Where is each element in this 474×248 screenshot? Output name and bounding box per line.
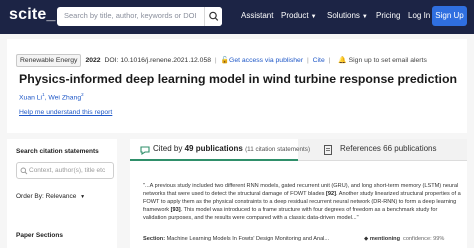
signup-button[interactable]: Sign Up bbox=[432, 6, 467, 26]
nav-solutions-label: Solutions bbox=[327, 11, 360, 20]
authors-list: Xuan Li1, Wei Zhang2 bbox=[19, 92, 84, 102]
lock-icon: 🔓 bbox=[220, 57, 230, 64]
login-link[interactable]: Log In bbox=[408, 11, 430, 20]
statement-section: Section: Machine Learning Models In Fowt… bbox=[143, 236, 329, 242]
nav-solutions[interactable]: Solutions ▼ bbox=[327, 11, 368, 20]
sidebar-search-heading: Search citation statements bbox=[16, 148, 99, 155]
separator: | bbox=[328, 57, 331, 64]
chevron-down-icon: ▼ bbox=[361, 14, 368, 20]
separator: | bbox=[306, 57, 309, 64]
search-input[interactable]: Search by title, author, keywords or DOI bbox=[57, 7, 222, 26]
mention-label: mentioning bbox=[369, 236, 401, 242]
chevron-down-icon: ▼ bbox=[310, 14, 317, 20]
order-by-label: Order By: Relevance bbox=[16, 193, 77, 200]
scite-logo[interactable]: scite_ bbox=[9, 6, 56, 24]
document-icon bbox=[324, 145, 332, 155]
section-value[interactable]: Machine Learning Models In Fowts' Design… bbox=[167, 236, 329, 242]
citation-statement: "...A previous study included two differ… bbox=[143, 182, 461, 222]
search-icon bbox=[209, 11, 219, 21]
author-link[interactable]: Xuan Li bbox=[19, 94, 42, 101]
paper-year: 2022 bbox=[85, 57, 101, 64]
citation-search-placeholder: Context, author(s), title etc bbox=[29, 167, 106, 174]
nav-product-label: Product bbox=[281, 11, 309, 20]
paper-doi[interactable]: DOI: 10.1016/j.renene.2021.12.058 bbox=[104, 57, 211, 64]
help-understand-link[interactable]: Help me understand this report bbox=[19, 109, 112, 116]
bell-icon: 🔔 bbox=[338, 57, 347, 64]
mention-icon: ◆ bbox=[364, 236, 369, 242]
separator: | bbox=[214, 57, 217, 64]
access-link[interactable]: 🔓Get access via publisher bbox=[221, 57, 304, 64]
page-title: Physics-informed deep learning model in … bbox=[19, 72, 457, 86]
citation-ref[interactable]: [92] bbox=[326, 191, 336, 197]
paper-sections-heading: Paper Sections bbox=[16, 232, 63, 239]
citation-search-input[interactable]: Context, author(s), title etc bbox=[16, 162, 114, 179]
cited-by-label: Cited by 49 publications (11 citation st… bbox=[153, 144, 310, 153]
author-link[interactable]: Wei Zhang bbox=[48, 94, 81, 101]
author-sup: 1 bbox=[42, 92, 45, 97]
top-navbar: scite_ Search by title, author, keywords… bbox=[0, 0, 474, 34]
cited-by-count: 49 publications bbox=[184, 144, 243, 153]
quote-icon bbox=[140, 146, 150, 156]
citation-ref[interactable]: [93] bbox=[171, 207, 181, 213]
references-label: References 66 publications bbox=[340, 144, 437, 153]
author-sup: 2 bbox=[81, 92, 84, 97]
paper-meta-row: Renewable Energy 2022 DOI: 10.1016/j.rene… bbox=[16, 54, 427, 67]
section-label: Section: bbox=[143, 236, 166, 242]
alerts-label: Sign up to set email alerts bbox=[348, 57, 427, 64]
cited-by-prefix: Cited by bbox=[153, 144, 183, 153]
chevron-down-icon: ▼ bbox=[80, 194, 86, 200]
nav-pricing[interactable]: Pricing bbox=[376, 11, 400, 20]
confidence-value: confidence: 99% bbox=[403, 236, 445, 242]
search-icon bbox=[20, 167, 28, 175]
alerts-link[interactable]: 🔔 Sign up to set email alerts bbox=[338, 57, 427, 64]
nav-assistant[interactable]: Assistant bbox=[241, 11, 273, 20]
access-label: Get access via publisher bbox=[229, 57, 304, 64]
search-placeholder: Search by title, author, keywords or DOI bbox=[64, 11, 197, 20]
nav-product[interactable]: Product ▼ bbox=[281, 11, 317, 20]
quote-part-3: . This model was introduced to a frame s… bbox=[143, 207, 438, 222]
cite-link[interactable]: Cite bbox=[313, 57, 325, 64]
search-button[interactable] bbox=[204, 7, 222, 26]
journal-tag[interactable]: Renewable Energy bbox=[16, 54, 82, 67]
order-by-select[interactable]: Order By: Relevance ▼ bbox=[16, 193, 85, 200]
mentioning-badge: ◆ mentioning confidence: 99% bbox=[364, 236, 444, 242]
cited-statements: (11 citation statements) bbox=[245, 146, 311, 153]
